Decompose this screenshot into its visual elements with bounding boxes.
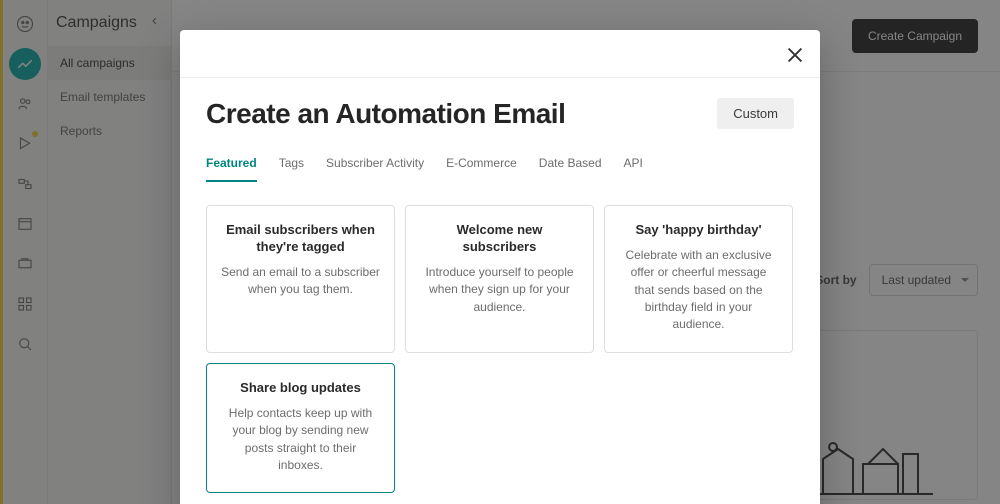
modal-tabs: Featured Tags Subscriber Activity E-Comm… xyxy=(206,156,794,183)
tile-email-tagged[interactable]: Email subscribers when they're tagged Se… xyxy=(206,205,395,353)
modal-title: Create an Automation Email xyxy=(206,98,565,130)
tile-blog-updates[interactable]: Share blog updates Help contacts keep up… xyxy=(206,363,395,493)
tab-subscriber-activity[interactable]: Subscriber Activity xyxy=(326,156,424,182)
app-root: Campaigns All campaigns Email templates … xyxy=(0,0,1000,504)
create-automation-modal: Create an Automation Email Custom Featur… xyxy=(180,30,820,504)
tile-title: Welcome new subscribers xyxy=(420,222,579,256)
tile-desc: Introduce yourself to people when they s… xyxy=(420,264,579,316)
tab-ecommerce[interactable]: E-Commerce xyxy=(446,156,517,182)
tile-desc: Send an email to a subscriber when you t… xyxy=(221,264,380,299)
tile-title: Say 'happy birthday' xyxy=(619,222,778,239)
tab-api[interactable]: API xyxy=(624,156,643,182)
tab-date-based[interactable]: Date Based xyxy=(539,156,602,182)
tile-desc: Help contacts keep up with your blog by … xyxy=(221,405,380,475)
modal-header xyxy=(180,30,820,78)
tile-birthday[interactable]: Say 'happy birthday' Celebrate with an e… xyxy=(604,205,793,353)
modal-scrim[interactable]: Create an Automation Email Custom Featur… xyxy=(0,0,1000,504)
automation-tile-grid: Email subscribers when they're tagged Se… xyxy=(206,205,794,493)
tile-welcome[interactable]: Welcome new subscribers Introduce yourse… xyxy=(405,205,594,353)
tile-title: Email subscribers when they're tagged xyxy=(221,222,380,256)
custom-automation-button[interactable]: Custom xyxy=(717,98,794,129)
tile-desc: Celebrate with an exclusive offer or che… xyxy=(619,247,778,334)
close-icon[interactable] xyxy=(784,44,806,66)
tab-tags[interactable]: Tags xyxy=(279,156,304,182)
tile-title: Share blog updates xyxy=(221,380,380,397)
tab-featured[interactable]: Featured xyxy=(206,156,257,182)
